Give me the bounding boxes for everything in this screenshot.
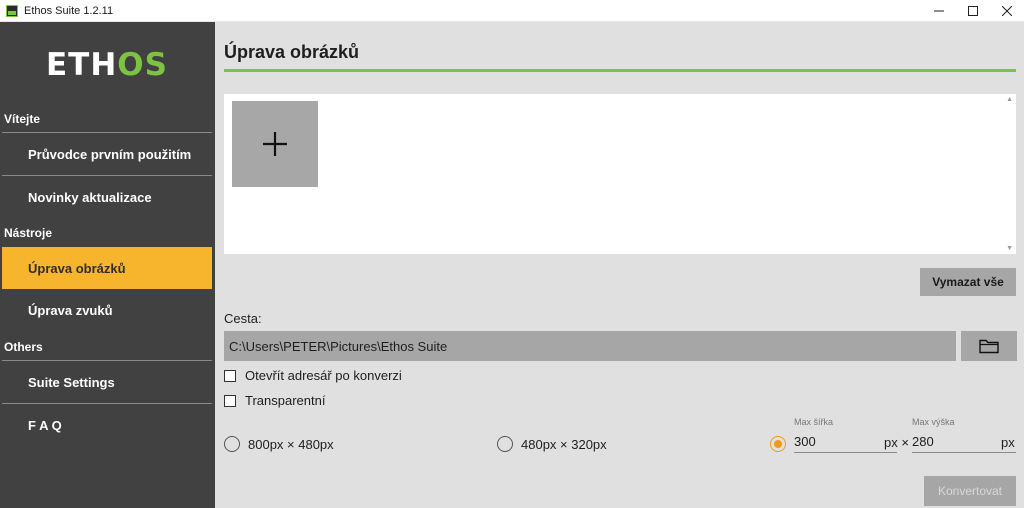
section-label-others: Others xyxy=(4,340,43,354)
clear-all-button[interactable]: Vymazat vše xyxy=(920,268,1016,296)
title-underline xyxy=(224,69,1016,72)
plus-icon xyxy=(263,132,287,156)
open-folder-checkbox[interactable] xyxy=(224,369,236,382)
sidebar-item-pruvodce[interactable]: Průvodce prvním použitím xyxy=(2,133,212,175)
ethos-logo: ETHOS xyxy=(46,47,168,83)
radio-800x480[interactable] xyxy=(224,436,240,452)
minimize-icon[interactable] xyxy=(922,0,956,22)
transparent-checkbox[interactable] xyxy=(224,394,236,407)
size-label-800x480: 800px × 480px xyxy=(248,436,334,452)
radio-custom-size[interactable] xyxy=(770,436,786,452)
section-label-nastroje: Nástroje xyxy=(4,226,53,240)
max-width-label: Max šířka xyxy=(794,417,834,427)
path-input[interactable]: C:\Users\PETER\Pictures\Ethos Suite xyxy=(224,331,956,361)
window-title: Ethos Suite 1.2.11 xyxy=(24,4,114,17)
main-panel: Úprava obrázků ▲ ▼ Vymazat vše Cesta: C:… xyxy=(215,22,1024,508)
radio-480x320[interactable] xyxy=(497,436,513,452)
sidebar: ETHOS Vítejte Průvodce prvním použitím N… xyxy=(0,22,215,508)
transparent-checkbox-row[interactable]: Transparentní xyxy=(224,393,325,408)
max-height-label: Max výška xyxy=(912,417,955,427)
scroll-down-icon[interactable]: ▼ xyxy=(1006,245,1013,252)
sidebar-item-suite-settings[interactable]: Suite Settings xyxy=(2,361,212,403)
image-list[interactable]: ▲ ▼ xyxy=(224,94,1016,254)
open-folder-checkbox-row[interactable]: Otevřít adresář po konverzi xyxy=(224,368,402,383)
transparent-label: Transparentní xyxy=(245,393,326,408)
convert-button[interactable]: Konvertovat xyxy=(924,476,1016,506)
scroll-up-icon[interactable]: ▲ xyxy=(1006,96,1013,103)
sidebar-item-faq[interactable]: F A Q xyxy=(2,404,212,446)
width-unit-times: px × xyxy=(884,435,909,450)
title-bar: Ethos Suite 1.2.11 xyxy=(0,0,1024,22)
app-icon xyxy=(6,4,18,17)
folder-icon xyxy=(979,339,999,354)
close-icon[interactable] xyxy=(990,0,1024,22)
sidebar-item-uprava-zvuku[interactable]: Úprava zvuků xyxy=(2,289,212,331)
page-title: Úprava obrázků xyxy=(224,42,360,62)
maximize-icon[interactable] xyxy=(956,0,990,22)
open-folder-label: Otevřít adresář po konverzi xyxy=(245,368,402,383)
sidebar-item-uprava-obrazku[interactable]: Úprava obrázků xyxy=(2,247,212,289)
browse-folder-button[interactable] xyxy=(961,331,1017,361)
path-label: Cesta: xyxy=(224,311,262,326)
section-label-vitejte: Vítejte xyxy=(4,112,41,126)
size-option-480x320[interactable]: 480px × 320px xyxy=(497,436,607,452)
size-label-480x320: 480px × 320px xyxy=(521,436,607,452)
size-option-custom[interactable] xyxy=(770,436,794,452)
size-option-800x480[interactable]: 800px × 480px xyxy=(224,436,334,452)
sidebar-item-novinky[interactable]: Novinky aktualizace xyxy=(2,176,212,218)
max-width-input[interactable]: 300 xyxy=(794,431,897,453)
add-image-button[interactable] xyxy=(232,101,318,187)
height-unit: px xyxy=(1001,435,1015,450)
window-controls xyxy=(922,0,1024,22)
